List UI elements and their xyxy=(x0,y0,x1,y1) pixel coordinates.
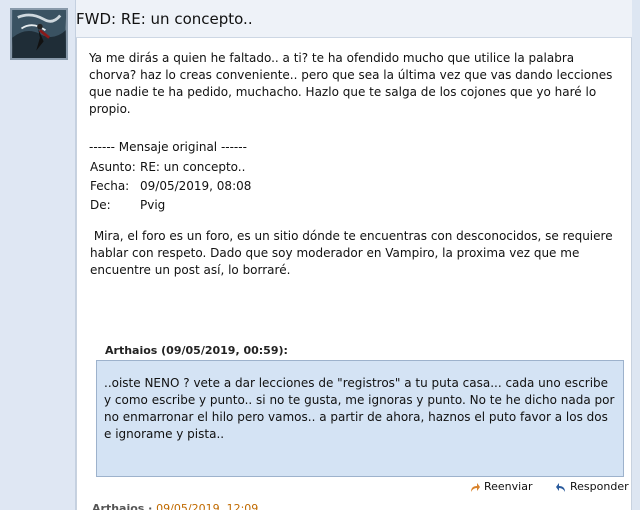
original-date-row: Fecha: 09/05/2019, 08:08 xyxy=(90,179,251,193)
next-author-separator: · xyxy=(144,502,157,510)
forward-arrow-icon xyxy=(469,481,481,493)
forward-button[interactable]: Reenviar xyxy=(469,480,533,493)
reply-label: Responder xyxy=(570,480,629,493)
message-header: FWD: RE: un concepto.. xyxy=(76,0,640,38)
original-from-value: Pvig xyxy=(140,198,166,212)
next-author-name: Arthaios xyxy=(92,502,145,510)
next-author-date: 09/05/2019, 12:09 xyxy=(156,502,259,510)
quote-author: Arthaios (09/05/2019, 00:59): xyxy=(105,344,288,357)
quote-box: ..oiste NENO ? vete a dar lecciones de "… xyxy=(96,360,624,477)
original-message-title: ------ Mensaje original ------ xyxy=(89,140,247,154)
left-rail xyxy=(0,0,76,510)
message-actions: Reenviar Responder xyxy=(77,480,633,500)
message-subject: FWD: RE: un concepto.. xyxy=(76,10,253,28)
original-date-label: Fecha: xyxy=(90,179,130,193)
reply-button[interactable]: Responder xyxy=(555,480,629,493)
avatar[interactable] xyxy=(10,8,68,60)
original-from-row: De: Pvig xyxy=(90,198,165,212)
original-date-value: 09/05/2019, 08:08 xyxy=(140,179,252,193)
original-subject-row: Asunto: RE: un concepto.. xyxy=(90,160,245,174)
quote-text: ..oiste NENO ? vete a dar lecciones de "… xyxy=(104,376,615,441)
avatar-image xyxy=(12,10,66,58)
forward-label: Reenviar xyxy=(484,480,533,493)
next-message-author[interactable]: Arthaios · 09/05/2019, 12:09 xyxy=(92,502,258,510)
right-strip xyxy=(632,0,640,510)
message-body: Ya me dirás a quien he faltado.. a ti? t… xyxy=(89,51,617,116)
original-from-label: De: xyxy=(90,198,111,212)
original-message-body: Mira, el foro es un foro, es un sitio dó… xyxy=(90,229,617,277)
original-subject-value: RE: un concepto.. xyxy=(140,160,246,174)
original-subject-label: Asunto: xyxy=(90,160,136,174)
reply-arrow-icon xyxy=(555,481,567,493)
message-panel: Ya me dirás a quien he faltado.. a ti? t… xyxy=(76,38,632,510)
